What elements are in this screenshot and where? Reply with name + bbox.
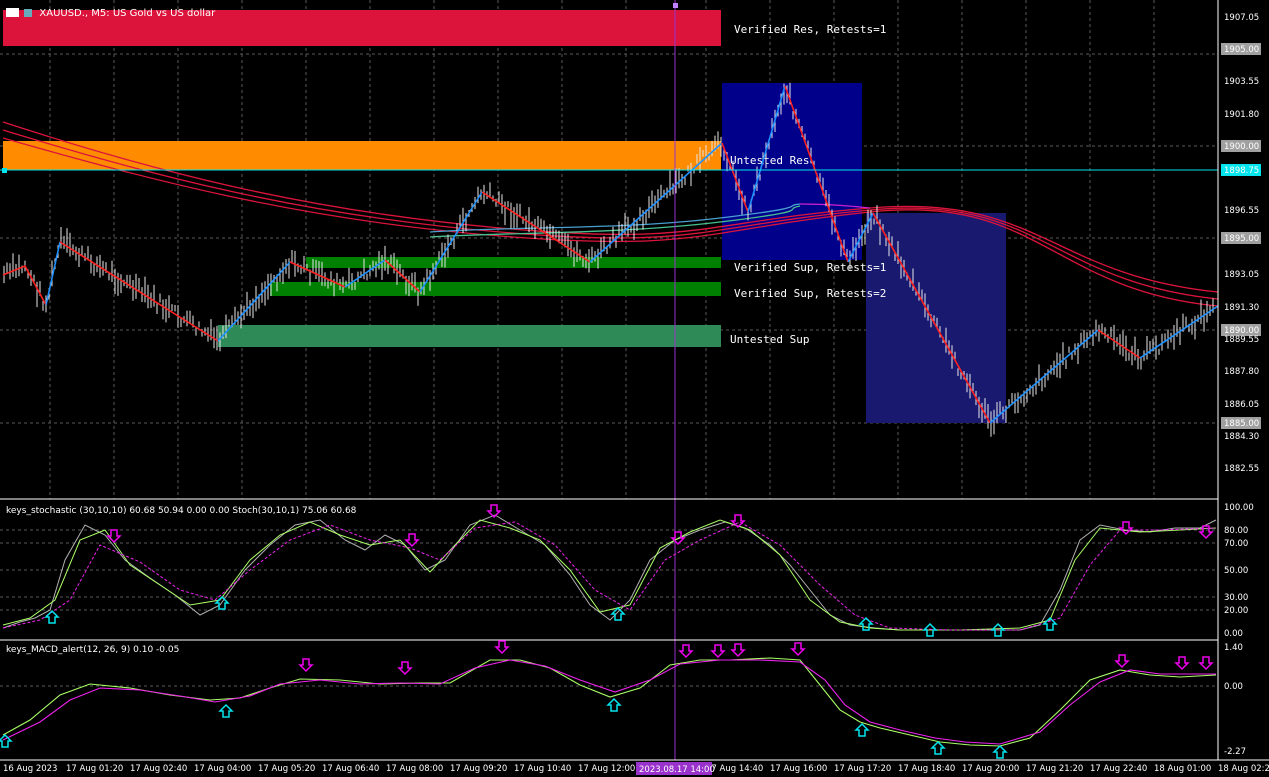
time-tick-label: 17 Aug 10:40 <box>514 764 571 774</box>
price-tick-label: 1905.00 <box>1224 45 1259 55</box>
price-tick-label: 1887.80 <box>1224 367 1259 377</box>
zone-label-verified-res: Verified Res, Retests=1 <box>734 23 886 36</box>
sell-arrow-icon <box>494 640 510 655</box>
price-tick-label: 1891.30 <box>1224 303 1259 313</box>
time-tick-label: 17 Aug 12:00 <box>578 764 635 774</box>
chart-canvas[interactable]: Verified Res, Retests=1 Untested Res Ver… <box>0 0 1269 777</box>
time-tick-label: 18 Aug 02:2 <box>1218 764 1269 774</box>
buy-arrow-icon <box>606 697 622 712</box>
stoch-lines <box>2 514 1217 631</box>
price-tick-label: 1886.05 <box>1224 400 1259 410</box>
crosshair-time-label: 2023.08.17 14:00 <box>639 765 715 775</box>
price-tick-label: 1907.05 <box>1224 13 1259 23</box>
time-tick-label: 17 Aug 21:20 <box>1026 764 1083 774</box>
macd-lines <box>2 657 1217 747</box>
stoch-tick-label: 20.00 <box>1224 606 1248 616</box>
stoch-tick-label: 0.00 <box>1224 629 1243 639</box>
time-tick-label: 18 Aug 01:00 <box>1154 764 1211 774</box>
range-box-2 <box>866 213 1006 423</box>
time-tick-label: 17 Aug 04:00 <box>194 764 251 774</box>
sell-arrow-icon <box>1114 654 1130 669</box>
price-tick-label: 1895.00 <box>1224 234 1259 244</box>
price-tick-label: 1903.55 <box>1224 77 1259 87</box>
sell-arrow-icon <box>1198 656 1214 671</box>
sell-arrow-icon <box>404 533 420 548</box>
sell-arrow-icon <box>1174 656 1190 671</box>
zone-untested-sup <box>218 325 721 347</box>
stoch-tick-label: 70.00 <box>1224 539 1248 549</box>
sell-arrow-icon <box>730 643 746 658</box>
zone-label-untested-res: Untested Res <box>730 154 809 167</box>
stoch-axis-labels: 100.00 80.00 70.00 50.00 30.00 20.00 0.00 <box>1224 503 1254 639</box>
chart-header: XAUUSD., M5: US Gold vs US dollar <box>6 8 215 19</box>
stoch-tick-label: 80.00 <box>1224 526 1248 536</box>
sell-arrow-icon <box>1198 525 1214 540</box>
price-tick-label: 1884.30 <box>1224 432 1259 442</box>
price-axis-labels: 1907.05 1905.00 1903.55 1901.80 1900.00 1898.… <box>1221 13 1261 474</box>
time-tick-label: 17 Aug 20:00 <box>962 764 1019 774</box>
chart-settings-icon[interactable] <box>24 9 33 17</box>
stoch-tick-label: 50.00 <box>1224 566 1248 576</box>
stoch-tick-label: 30.00 <box>1224 593 1248 603</box>
crosshair-handle[interactable] <box>673 3 678 8</box>
price-tick-label: 1893.05 <box>1224 270 1259 280</box>
time-tick-label: 17 Aug 06:40 <box>322 764 379 774</box>
macd-tick-label: 1.40 <box>1224 643 1243 653</box>
buy-arrow-icon <box>930 740 946 755</box>
time-tick-label: 16 Aug 2023 <box>3 764 57 774</box>
time-tick-label: 17 Aug 09:20 <box>450 764 507 774</box>
time-tick-label: 17 Aug 01:20 <box>66 764 123 774</box>
sell-arrow-icon <box>1118 521 1134 536</box>
macd-tick-label: 0.00 <box>1224 682 1243 692</box>
sell-arrow-icon <box>397 661 413 676</box>
buy-arrow-icon <box>854 722 870 737</box>
sell-arrow-icon <box>710 644 726 659</box>
range-box-1 <box>722 83 862 260</box>
macd-tick-label: -2.27 <box>1224 747 1246 757</box>
price-tick-label: 1882.55 <box>1224 464 1259 474</box>
main-grid <box>0 0 1218 499</box>
zone-verified-sup-1 <box>306 257 721 268</box>
price-tick-label: 1889.55 <box>1224 335 1259 345</box>
time-tick-label: 17 Aug 02:40 <box>130 764 187 774</box>
stoch-header: keys_stochastic (30,10,10) 60.68 50.94 0… <box>6 506 357 516</box>
time-tick-label: 17 Aug 05:20 <box>258 764 315 774</box>
sell-arrow-icon <box>678 644 694 659</box>
zigzag-swings <box>2 85 1219 424</box>
time-tick-label: 17 Aug 18:40 <box>898 764 955 774</box>
time-tick-label: 17 Aug 22:40 <box>1090 764 1147 774</box>
sell-arrow-icon <box>298 658 314 673</box>
price-tick-label: 1885.00 <box>1224 419 1259 429</box>
time-tick-label: 17 Aug 16:00 <box>770 764 827 774</box>
zone-label-verified-sup-2: Verified Sup, Retests=2 <box>734 287 886 300</box>
price-tick-label: 1896.55 <box>1224 206 1259 216</box>
price-tick-label: 1901.80 <box>1224 110 1259 120</box>
buy-arrow-icon <box>44 609 60 624</box>
chart-title: XAUUSD., M5: US Gold vs US dollar <box>39 8 216 19</box>
time-tick-label: 17 Aug 08:00 <box>386 764 443 774</box>
zone-label-untested-sup: Untested Sup <box>730 333 809 346</box>
stoch-tick-label: 100.00 <box>1224 503 1254 513</box>
chart-menu-icon[interactable] <box>6 8 19 17</box>
price-line-handle[interactable] <box>2 168 7 173</box>
time-tick-label: 17 Aug 17:20 <box>834 764 891 774</box>
macd-axis-labels: 1.40 0.00 -2.27 <box>1224 643 1246 757</box>
buy-arrow-icon <box>218 703 234 718</box>
buy-arrow-icon <box>992 744 1008 759</box>
price-tick-label: 1898.75 <box>1224 166 1259 176</box>
price-tick-label: 1900.00 <box>1224 142 1259 152</box>
macd-header: keys_MACD_alert(12, 26, 9) 0.10 -0.05 <box>6 645 180 655</box>
zone-label-verified-sup-1: Verified Sup, Retests=1 <box>734 261 886 274</box>
sell-arrow-icon <box>790 642 806 657</box>
price-axis <box>0 0 1269 761</box>
